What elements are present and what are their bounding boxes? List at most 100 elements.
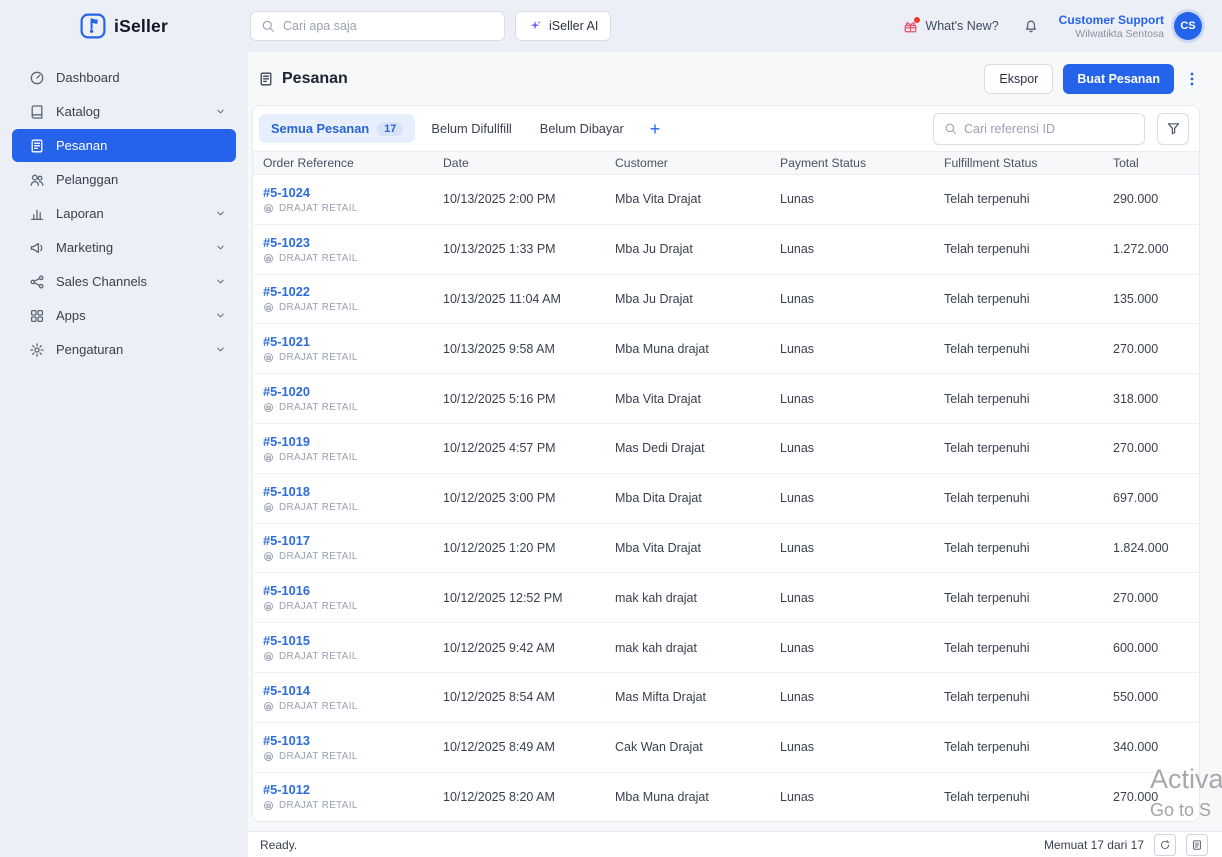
filter-button[interactable] [1157,112,1189,145]
order-date: 10/12/2025 8:20 AM [443,789,555,804]
table-row[interactable]: #5-1018 DRAJAT RETAIL 10/12/2025 3:00 PM Mb… [253,473,1199,524]
table-row[interactable]: #5-1022 DRAJAT RETAIL 10/13/2025 11:04 AM M… [253,274,1199,325]
sidebar-item-dashboard[interactable]: Dashboard [12,61,236,94]
app-window: iSeller iSeller AI What's New? Customer … [0,0,1222,857]
table-row[interactable]: #5-1023 DRAJAT RETAIL 10/13/2025 1:33 PM Mb… [253,224,1199,275]
sidebar-item-pesanan[interactable]: Pesanan [12,129,236,162]
avatar[interactable]: CS [1174,12,1202,40]
order-reference-link[interactable]: #5-1017 [263,533,310,548]
user-menu[interactable]: Customer Support Wilwatikta Sentosa [1059,13,1164,40]
bell-icon[interactable] [1023,18,1039,34]
order-reference-link[interactable]: #5-1013 [263,733,310,748]
sidebar-item-katalog[interactable]: Katalog [12,95,236,128]
table-row[interactable]: #5-1012 DRAJAT RETAIL 10/12/2025 8:20 AM Mb… [253,772,1199,821]
tab-label: Belum Dibayar [539,121,624,136]
order-reference-link[interactable]: #5-1016 [263,583,310,598]
whats-new-button[interactable]: What's New? [903,16,999,34]
print-button[interactable] [1186,833,1208,856]
order-reference-link[interactable]: #5-1021 [263,334,310,349]
column-header[interactable]: Customer [615,156,780,170]
store-label: DRAJAT RETAIL [279,551,358,563]
store-label: DRAJAT RETAIL [279,601,358,613]
reports-icon [29,206,45,222]
iseller-ai-button[interactable]: iSeller AI [515,11,612,41]
table-row[interactable]: #5-1024 DRAJAT RETAIL 10/13/2025 2:00 PM Mb… [253,175,1199,225]
chevron-down-icon [215,344,226,355]
order-tabs: Semua Pesanan 17 Belum Difullfill Belum Dib… [259,114,636,143]
column-header[interactable]: Total [1113,156,1199,170]
add-view-button[interactable]: + [640,120,671,138]
order-reference-link[interactable]: #5-1018 [263,484,310,499]
sidebar-item-label: Marketing [56,240,114,255]
store-label: DRAJAT RETAIL [279,252,358,264]
customer-name: Mas Mifta Drajat [615,690,706,705]
payment-status: Lunas [780,341,815,356]
order-total: 1.272.000 [1113,242,1169,257]
order-reference-link[interactable]: #5-1023 [263,235,310,250]
table-row[interactable]: #5-1014 DRAJAT RETAIL 10/12/2025 8:54 AM Ma… [253,672,1199,723]
order-reference-link[interactable]: #5-1024 [263,185,310,200]
order-total: 135.000 [1113,291,1159,306]
order-date: 10/12/2025 12:52 PM [443,590,563,605]
customer-name: Mba Muna drajat [615,789,709,804]
column-header[interactable]: Order Reference [263,156,443,170]
iseller-ai-label: iSeller AI [549,19,599,33]
table-row[interactable]: #5-1020 DRAJAT RETAIL 10/12/2025 5:16 PM Mb… [253,374,1199,424]
create-order-button[interactable]: Buat Pesanan [1063,64,1174,94]
customer-name: Mas Dedi Drajat [615,441,705,456]
order-reference-link[interactable]: #5-1014 [263,683,310,698]
tab-belum-difullfill[interactable]: Belum Difullfill [419,114,523,143]
tab-belum-dibayar[interactable]: Belum Dibayar [528,114,636,143]
brand[interactable]: iSeller [0,13,248,39]
export-button[interactable]: Ekspor [984,64,1054,94]
table-row[interactable]: #5-1017 DRAJAT RETAIL 10/12/2025 1:20 PM Mb… [253,523,1199,574]
sidebar-item-marketing[interactable]: Marketing [12,231,236,264]
sidebar-item-pelanggan[interactable]: Pelanggan [12,163,236,196]
store-icon [263,502,274,513]
order-total: 270.000 [1113,590,1159,605]
column-header[interactable]: Fulfillment Status [944,156,1113,170]
column-header[interactable]: Date [443,156,615,170]
order-total: 270.000 [1113,789,1159,804]
marketing-icon [29,240,45,256]
sidebar-item-label: Katalog [56,104,101,119]
table-row[interactable]: #5-1021 DRAJAT RETAIL 10/13/2025 9:58 AM Mb… [253,324,1199,375]
store-label: DRAJAT RETAIL [279,202,358,214]
payment-status: Lunas [780,192,815,207]
order-reference-link[interactable]: #5-1020 [263,384,310,399]
customer-name: Mba Ju Drajat [615,242,693,257]
tab-label: Semua Pesanan [271,121,370,136]
store-icon [263,551,274,562]
order-reference-link[interactable]: #5-1019 [263,434,310,449]
table-row[interactable]: #5-1013 DRAJAT RETAIL 10/12/2025 8:49 AM Ca… [253,722,1199,773]
order-date: 10/12/2025 8:49 AM [443,740,555,755]
store-label: DRAJAT RETAIL [279,750,358,762]
refresh-button[interactable] [1154,833,1176,856]
store-label: DRAJAT RETAIL [279,501,358,513]
reference-search-input[interactable] [964,121,1134,136]
sidebar-item-pengaturan[interactable]: Pengaturan [12,333,236,366]
sidebar-item-sales-channels[interactable]: Sales Channels [12,265,236,298]
global-search[interactable] [250,11,505,41]
reference-search[interactable] [933,112,1145,145]
tab-semua-pesanan[interactable]: Semua Pesanan 17 [259,114,416,143]
column-header[interactable]: Payment Status [780,156,944,170]
sidebar-item-laporan[interactable]: Laporan [12,197,236,230]
chevron-down-icon [215,310,226,321]
sidebar-item-apps[interactable]: Apps [12,299,236,332]
fulfillment-status: Telah terpenuhi [944,690,1030,705]
table-row[interactable]: #5-1016 DRAJAT RETAIL 10/12/2025 12:52 PM m… [253,573,1199,624]
order-total: 318.000 [1113,391,1159,406]
table-row[interactable]: #5-1015 DRAJAT RETAIL 10/12/2025 9:42 AM ma… [253,623,1199,673]
more-options-button[interactable] [1184,71,1200,87]
order-total: 340.000 [1113,740,1159,755]
store-icon [263,751,274,762]
global-search-input[interactable] [283,19,494,33]
order-date: 10/13/2025 1:33 PM [443,242,556,257]
load-count: Memuat 17 dari 17 [1043,837,1144,852]
table-row[interactable]: #5-1019 DRAJAT RETAIL 10/12/2025 4:57 PM Ma… [253,423,1199,474]
order-reference-link[interactable]: #5-1015 [263,633,310,648]
order-reference-link[interactable]: #5-1012 [263,782,310,797]
refresh-icon [1159,839,1171,851]
order-reference-link[interactable]: #5-1022 [263,284,310,299]
